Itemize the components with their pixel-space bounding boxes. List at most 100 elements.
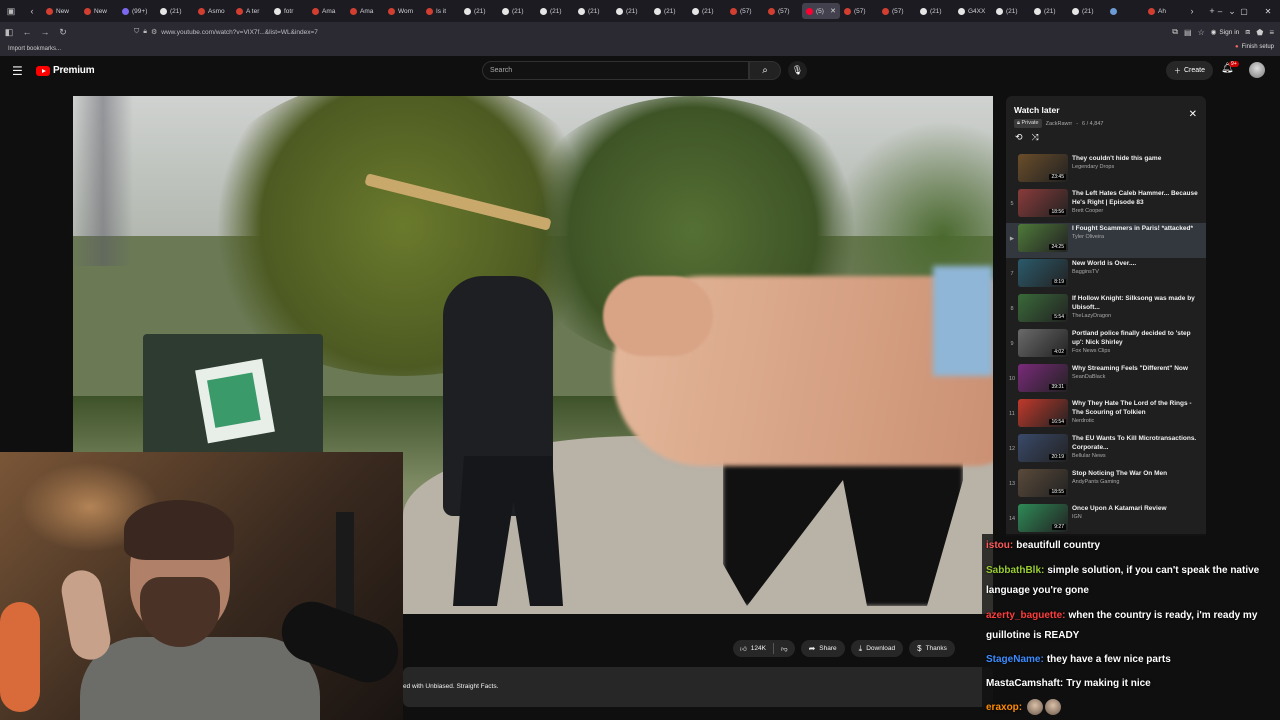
playlist-item-title[interactable]: Portland police finally decided to 'step…: [1072, 329, 1202, 347]
playlist-item-thumbnail[interactable]: 39:31: [1018, 364, 1068, 392]
browser-tab[interactable]: (57): [840, 3, 878, 19]
lock-icon[interactable]: 🔒︎: [143, 28, 147, 36]
browser-tab[interactable]: (21): [498, 3, 536, 19]
browser-tab[interactable]: Is it: [422, 3, 460, 19]
browser-tab[interactable]: Ama: [308, 3, 346, 19]
browser-tab[interactable]: New: [80, 3, 118, 19]
browser-tab[interactable]: (21): [992, 3, 1030, 19]
playlist-item-channel[interactable]: BagginsTV: [1072, 269, 1202, 275]
bookmark-star-icon[interactable]: ☆: [1198, 28, 1205, 37]
playlist-item-title[interactable]: New World is Over....: [1072, 259, 1202, 268]
playlist-item-thumbnail[interactable]: 5:54: [1018, 294, 1068, 322]
browser-tab[interactable]: Asmo: [194, 3, 232, 19]
playlist-item[interactable]: 13 18:55 Stop Noticing The War On Men AndyP…: [1006, 468, 1206, 503]
browser-tab[interactable]: (21): [536, 3, 574, 19]
playlist-item[interactable]: 7 8:19 New World is Over.... BagginsTV: [1006, 258, 1206, 293]
browser-tab[interactable]: New: [42, 3, 80, 19]
browser-tab[interactable]: Ah: [1144, 3, 1182, 19]
playlist-item-thumbnail[interactable]: 8:19: [1018, 259, 1068, 287]
playlist-item[interactable]: ▶ 24:25 I Fought Scammers in Paris! *attac…: [1006, 223, 1206, 258]
playlist-item-thumbnail[interactable]: 18:55: [1018, 469, 1068, 497]
url-text[interactable]: www.youtube.com/watch?v=VIX7f...&list=WL…: [161, 29, 318, 36]
shuffle-icon[interactable]: ⤨: [1032, 132, 1039, 143]
create-button[interactable]: ＋ Create: [1166, 61, 1214, 80]
playlist-item-title[interactable]: Why They Hate The Lord of the Rings - Th…: [1072, 399, 1202, 417]
browser-tab[interactable]: G4XX: [954, 3, 992, 19]
browser-tab[interactable]: (21): [1030, 3, 1068, 19]
browser-tab[interactable]: (99+): [118, 3, 156, 19]
close-window-icon[interactable]: ✕: [1256, 7, 1280, 16]
browser-tab[interactable]: (21): [1068, 3, 1106, 19]
back-icon[interactable]: ←: [18, 27, 36, 37]
playlist-item-channel[interactable]: Tyler Oliveira: [1072, 234, 1202, 240]
playlist-title[interactable]: Watch later: [1014, 105, 1060, 115]
loop-icon[interactable]: ⟲: [1015, 132, 1023, 143]
playlist-item-channel[interactable]: SeanDaBlack: [1072, 374, 1202, 380]
playlist-item[interactable]: 12 20:19 The EU Wants To Kill Microtransac…: [1006, 433, 1206, 468]
permissions-icon[interactable]: ⚙: [151, 28, 157, 36]
minimize-icon[interactable]: –: [1208, 7, 1232, 16]
reload-icon[interactable]: ↻: [54, 27, 72, 38]
sidebar-toggle-icon[interactable]: ▣: [0, 0, 22, 22]
browser-tab[interactable]: (21): [612, 3, 650, 19]
voice-search-button[interactable]: 🎙︎: [788, 61, 807, 80]
playlist-item-title[interactable]: The EU Wants To Kill Microtransactions. …: [1072, 434, 1202, 452]
playlist-item-thumbnail[interactable]: 20:19: [1018, 434, 1068, 462]
browser-tab[interactable]: Ama: [346, 3, 384, 19]
scroll-tabs-left-icon[interactable]: ‹: [22, 6, 42, 16]
playlist-item-thumbnail[interactable]: 9:27: [1018, 504, 1068, 532]
playlist-item-channel[interactable]: AndyPants Gaming: [1072, 479, 1202, 485]
playlist-item[interactable]: 9 4:02 Portland police finally decided to …: [1006, 328, 1206, 363]
dislike-button[interactable]: 👎︎: [774, 640, 795, 657]
avatar[interactable]: [1249, 62, 1265, 78]
shield-icon[interactable]: ⛉: [134, 28, 139, 36]
app-menu-icon[interactable]: ≡: [1269, 28, 1274, 37]
browser-tab[interactable]: (5) ✕: [802, 3, 840, 19]
playlist-item-thumbnail[interactable]: 23:45: [1018, 154, 1068, 182]
tab-close-icon[interactable]: ✕: [830, 7, 836, 15]
youtube-premium-logo[interactable]: Premium: [36, 65, 95, 76]
translate-icon[interactable]: ⧉: [1172, 27, 1178, 37]
close-icon[interactable]: ✕: [1189, 109, 1197, 120]
playlist-item[interactable]: 11 16:54 Why They Hate The Lord of the Rin…: [1006, 398, 1206, 433]
sidebar-icon[interactable]: ◧: [0, 27, 18, 38]
description-box[interactable]: ed with Unbiased. Straight Facts.: [403, 667, 993, 707]
playlist-item-thumbnail[interactable]: 16:54: [1018, 399, 1068, 427]
download-button[interactable]: ⤓ Download: [850, 640, 904, 657]
playlist-item-title[interactable]: Stop Noticing The War On Men: [1072, 469, 1202, 478]
playlist-item[interactable]: 23:45 They couldn't hide this game Legenda…: [1006, 153, 1206, 188]
finish-setup-button[interactable]: ● Finish setup: [1235, 44, 1274, 50]
playlist-item-title[interactable]: They couldn't hide this game: [1072, 154, 1202, 163]
playlist-item-title[interactable]: The Left Hates Caleb Hammer... Because H…: [1072, 189, 1202, 207]
playlist-item-channel[interactable]: Brett Cooper: [1072, 208, 1202, 214]
playlist-item-title[interactable]: I Fought Scammers in Paris! *attacked*: [1072, 224, 1202, 233]
search-input[interactable]: Search: [482, 61, 749, 80]
hamburger-menu-icon[interactable]: ☰: [12, 64, 23, 78]
playlist-item[interactable]: 14 9:27 Once Upon A Katamari Review IGN: [1006, 503, 1206, 536]
playlist-item-channel[interactable]: Bellular News: [1072, 453, 1202, 459]
playlist-item-channel[interactable]: Nerdrotic: [1072, 418, 1202, 424]
thanks-button[interactable]: $ Thanks: [909, 640, 955, 657]
share-button[interactable]: ➦ Share: [800, 640, 845, 657]
search-button[interactable]: ⌕: [749, 61, 781, 80]
playlist-item-channel[interactable]: Legendary Drops: [1072, 164, 1202, 170]
browser-tab[interactable]: Wom: [384, 3, 422, 19]
import-bookmarks-link[interactable]: Import bookmarks...: [8, 46, 61, 52]
browser-tab[interactable]: (21): [688, 3, 726, 19]
playlist-item-title[interactable]: Why Streaming Feels "Different" Now: [1072, 364, 1202, 373]
reader-view-icon[interactable]: ▤: [1184, 28, 1192, 37]
playlist-item-channel[interactable]: IGN: [1072, 514, 1202, 520]
playlist-item-title[interactable]: Once Upon A Katamari Review: [1072, 504, 1202, 513]
browser-tab[interactable]: (57): [878, 3, 916, 19]
like-button[interactable]: 👍︎ 124K: [733, 640, 773, 657]
playlist-item-channel[interactable]: Fox News Clips: [1072, 348, 1202, 354]
playlist-owner[interactable]: ZackRawrr: [1046, 121, 1073, 127]
playlist-item-thumbnail[interactable]: 4:02: [1018, 329, 1068, 357]
browser-tab[interactable]: (21): [916, 3, 954, 19]
browser-tab[interactable]: (57): [726, 3, 764, 19]
maximize-icon[interactable]: ▢: [1232, 7, 1256, 16]
playlist-item[interactable]: 8 5:54 If Hollow Knight: Silksong was made…: [1006, 293, 1206, 328]
browser-tab[interactable]: fotr: [270, 3, 308, 19]
playlist-item-channel[interactable]: TheLazyDragon: [1072, 313, 1202, 319]
address-bar[interactable]: ⛉ 🔒︎ ⚙ www.youtube.com/watch?v=VIX7f...&…: [134, 24, 1124, 40]
